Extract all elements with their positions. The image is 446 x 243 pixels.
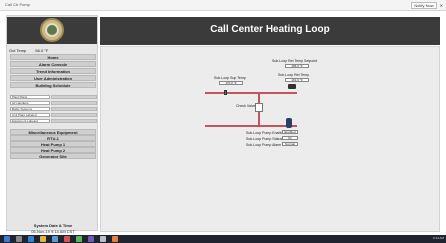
nav-generator-site[interactable]: Generator Site xyxy=(10,153,96,159)
browser-tab-title[interactable]: Call Ctr Pump xyxy=(5,2,30,7)
return-pipe xyxy=(205,125,297,127)
go-button[interactable] xyxy=(51,119,97,123)
go-button[interactable] xyxy=(51,107,97,111)
sup-temp-value: 170.0 °F xyxy=(219,81,243,85)
start-icon[interactable] xyxy=(4,236,10,242)
pump-status-label: Sub-Loop Pump Status xyxy=(246,137,283,141)
taskbar-clock[interactable]: 9:14 AM xyxy=(433,236,444,240)
app-icon[interactable] xyxy=(64,236,70,242)
check-valve-label: Check Valve xyxy=(236,104,256,108)
select-unit-plant[interactable]: Unit Plant Labeled xyxy=(10,113,50,117)
ret-temp-setpoint-label: Sub-Loop Ret Temp Setpoint xyxy=(272,59,317,63)
nav-home[interactable]: Home xyxy=(10,54,96,60)
nav-alarm-console[interactable]: Alarm Console xyxy=(10,61,96,67)
supply-pipe xyxy=(205,92,297,94)
pump-alarm-value: Normal xyxy=(282,142,298,146)
seal-logo xyxy=(40,18,64,42)
page-title: Call Center Heating Loop xyxy=(210,24,330,35)
check-valve-icon[interactable] xyxy=(255,103,263,112)
select-equipment[interactable]: Equipment Labeled xyxy=(10,119,50,123)
nav-trend-information[interactable]: Trend Information xyxy=(10,68,96,74)
folder-icon[interactable] xyxy=(40,236,46,242)
ret-temp-label: Sub-Loop Ret Temp xyxy=(278,73,310,77)
browser-toolbar xyxy=(0,0,446,11)
nav-user-administration[interactable]: User Administration xyxy=(10,75,96,81)
pump-alarm-label: Sub-Loop Pump Alarm xyxy=(246,143,282,147)
app-icon[interactable] xyxy=(112,236,118,242)
mail-icon[interactable] xyxy=(52,236,58,242)
oat-label: Out Temp xyxy=(9,48,27,53)
system-datetime-value: 05-Nov-19 9:14 AM CST xyxy=(31,229,75,234)
app-icon[interactable] xyxy=(76,236,82,242)
select-air-handlers[interactable]: Air Handlers xyxy=(10,101,50,105)
close-icon[interactable]: ✕ xyxy=(440,3,443,8)
app-icon[interactable] xyxy=(100,236,106,242)
edge-icon[interactable] xyxy=(28,236,34,242)
sup-temp-label: Sub-Loop Sup Temp xyxy=(214,76,246,80)
nav-building-schedule[interactable]: Building Schedule xyxy=(10,82,96,88)
system-datetime-label: System Date & Time xyxy=(33,223,73,228)
browser-actions: Notify Now ✕ xyxy=(411,2,443,9)
pump-enable-label: Sub-Loop Pump Enable xyxy=(246,131,284,135)
ret-temp-value: 161.6 °F xyxy=(285,78,309,82)
outside-air-temp: Out Temp 56.0 °F xyxy=(9,48,48,53)
app-icon[interactable] xyxy=(88,236,94,242)
ret-temp-sensor-icon xyxy=(288,84,296,89)
go-button[interactable] xyxy=(51,113,97,117)
pump-icon[interactable] xyxy=(286,118,292,128)
supply-temp-sensor-icon xyxy=(224,90,227,95)
select-boiler-systems[interactable]: Boiler Systems xyxy=(10,107,50,111)
notify-button[interactable]: Notify Now xyxy=(411,2,437,9)
go-button[interactable] xyxy=(51,95,97,99)
pump-status-value: On xyxy=(282,136,298,140)
search-icon[interactable] xyxy=(16,236,22,242)
select-plant-plans[interactable]: Plant Plans xyxy=(10,95,50,99)
go-button[interactable] xyxy=(51,101,97,105)
pump-enable-value[interactable]: Enabled xyxy=(282,130,298,134)
oat-value: 56.0 °F xyxy=(35,48,49,53)
ret-temp-setpoint-value[interactable]: 165.0 °F xyxy=(285,64,309,68)
